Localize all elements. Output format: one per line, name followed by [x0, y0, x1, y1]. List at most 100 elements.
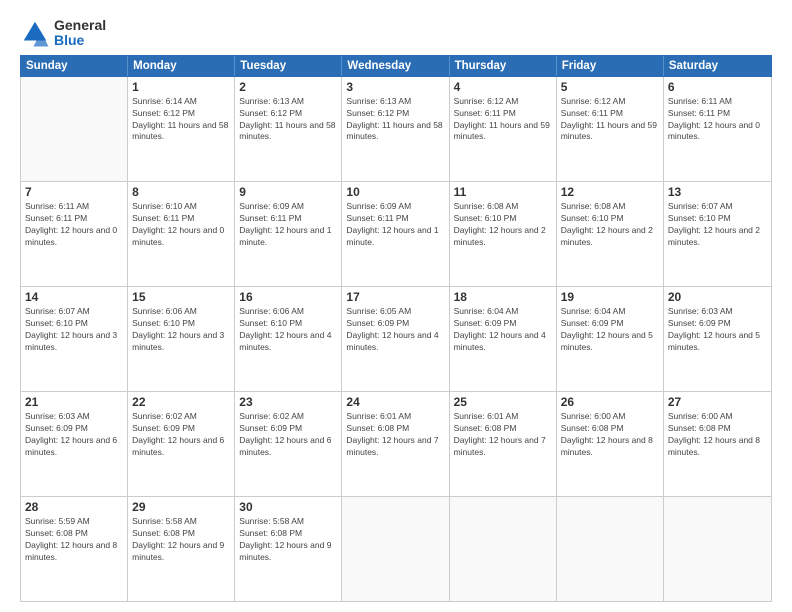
header-monday: Monday — [128, 56, 235, 76]
cell-info: Sunrise: 6:12 AM Sunset: 6:11 PM Dayligh… — [454, 96, 552, 144]
day-number: 16 — [239, 290, 337, 304]
calendar-cell: 22 Sunrise: 6:02 AM Sunset: 6:09 PM Dayl… — [128, 392, 235, 496]
calendar-row-4: 21 Sunrise: 6:03 AM Sunset: 6:09 PM Dayl… — [21, 392, 771, 497]
cell-info: Sunrise: 6:09 AM Sunset: 6:11 PM Dayligh… — [346, 201, 444, 249]
calendar-cell: 29 Sunrise: 5:58 AM Sunset: 6:08 PM Dayl… — [128, 497, 235, 601]
page: General Blue Sunday Monday Tuesday Wedne… — [0, 0, 792, 612]
cell-info: Sunrise: 6:11 AM Sunset: 6:11 PM Dayligh… — [25, 201, 123, 249]
day-number: 24 — [346, 395, 444, 409]
cell-info: Sunrise: 6:07 AM Sunset: 6:10 PM Dayligh… — [668, 201, 767, 249]
cell-info: Sunrise: 6:08 AM Sunset: 6:10 PM Dayligh… — [561, 201, 659, 249]
day-number: 30 — [239, 500, 337, 514]
cell-info: Sunrise: 6:14 AM Sunset: 6:12 PM Dayligh… — [132, 96, 230, 144]
calendar-cell: 19 Sunrise: 6:04 AM Sunset: 6:09 PM Dayl… — [557, 287, 664, 391]
cell-info: Sunrise: 6:03 AM Sunset: 6:09 PM Dayligh… — [668, 306, 767, 354]
header-thursday: Thursday — [450, 56, 557, 76]
cell-info: Sunrise: 6:13 AM Sunset: 6:12 PM Dayligh… — [346, 96, 444, 144]
day-number: 20 — [668, 290, 767, 304]
calendar-cell: 28 Sunrise: 5:59 AM Sunset: 6:08 PM Dayl… — [21, 497, 128, 601]
header-sunday: Sunday — [21, 56, 128, 76]
calendar-row-3: 14 Sunrise: 6:07 AM Sunset: 6:10 PM Dayl… — [21, 287, 771, 392]
calendar-cell: 5 Sunrise: 6:12 AM Sunset: 6:11 PM Dayli… — [557, 77, 664, 181]
cell-info: Sunrise: 6:12 AM Sunset: 6:11 PM Dayligh… — [561, 96, 659, 144]
cell-info: Sunrise: 6:08 AM Sunset: 6:10 PM Dayligh… — [454, 201, 552, 249]
day-number: 12 — [561, 185, 659, 199]
day-number: 5 — [561, 80, 659, 94]
cell-info: Sunrise: 6:10 AM Sunset: 6:11 PM Dayligh… — [132, 201, 230, 249]
cell-info: Sunrise: 6:01 AM Sunset: 6:08 PM Dayligh… — [346, 411, 444, 459]
cell-info: Sunrise: 6:11 AM Sunset: 6:11 PM Dayligh… — [668, 96, 767, 144]
calendar-row-1: 1 Sunrise: 6:14 AM Sunset: 6:12 PM Dayli… — [21, 77, 771, 182]
cell-info: Sunrise: 6:00 AM Sunset: 6:08 PM Dayligh… — [668, 411, 767, 459]
cell-info: Sunrise: 6:07 AM Sunset: 6:10 PM Dayligh… — [25, 306, 123, 354]
day-number: 21 — [25, 395, 123, 409]
header-wednesday: Wednesday — [342, 56, 449, 76]
calendar-cell: 27 Sunrise: 6:00 AM Sunset: 6:08 PM Dayl… — [664, 392, 771, 496]
cell-info: Sunrise: 6:06 AM Sunset: 6:10 PM Dayligh… — [239, 306, 337, 354]
calendar-cell: 25 Sunrise: 6:01 AM Sunset: 6:08 PM Dayl… — [450, 392, 557, 496]
calendar-cell: 15 Sunrise: 6:06 AM Sunset: 6:10 PM Dayl… — [128, 287, 235, 391]
calendar-cell — [21, 77, 128, 181]
calendar-cell — [342, 497, 449, 601]
calendar-cell: 30 Sunrise: 5:58 AM Sunset: 6:08 PM Dayl… — [235, 497, 342, 601]
calendar: Sunday Monday Tuesday Wednesday Thursday… — [20, 55, 772, 602]
cell-info: Sunrise: 6:01 AM Sunset: 6:08 PM Dayligh… — [454, 411, 552, 459]
logo-icon — [20, 18, 50, 48]
calendar-cell: 1 Sunrise: 6:14 AM Sunset: 6:12 PM Dayli… — [128, 77, 235, 181]
calendar-cell: 2 Sunrise: 6:13 AM Sunset: 6:12 PM Dayli… — [235, 77, 342, 181]
calendar-row-5: 28 Sunrise: 5:59 AM Sunset: 6:08 PM Dayl… — [21, 497, 771, 601]
cell-info: Sunrise: 6:02 AM Sunset: 6:09 PM Dayligh… — [132, 411, 230, 459]
header-tuesday: Tuesday — [235, 56, 342, 76]
day-number: 19 — [561, 290, 659, 304]
cell-info: Sunrise: 6:05 AM Sunset: 6:09 PM Dayligh… — [346, 306, 444, 354]
day-number: 23 — [239, 395, 337, 409]
calendar-cell: 17 Sunrise: 6:05 AM Sunset: 6:09 PM Dayl… — [342, 287, 449, 391]
header-saturday: Saturday — [664, 56, 771, 76]
calendar-body: 1 Sunrise: 6:14 AM Sunset: 6:12 PM Dayli… — [20, 77, 772, 602]
day-number: 9 — [239, 185, 337, 199]
cell-info: Sunrise: 5:59 AM Sunset: 6:08 PM Dayligh… — [25, 516, 123, 564]
day-number: 13 — [668, 185, 767, 199]
day-number: 3 — [346, 80, 444, 94]
cell-info: Sunrise: 6:13 AM Sunset: 6:12 PM Dayligh… — [239, 96, 337, 144]
day-number: 2 — [239, 80, 337, 94]
day-number: 22 — [132, 395, 230, 409]
calendar-row-2: 7 Sunrise: 6:11 AM Sunset: 6:11 PM Dayli… — [21, 182, 771, 287]
day-number: 14 — [25, 290, 123, 304]
cell-info: Sunrise: 6:09 AM Sunset: 6:11 PM Dayligh… — [239, 201, 337, 249]
calendar-cell: 7 Sunrise: 6:11 AM Sunset: 6:11 PM Dayli… — [21, 182, 128, 286]
cell-info: Sunrise: 6:03 AM Sunset: 6:09 PM Dayligh… — [25, 411, 123, 459]
calendar-cell: 10 Sunrise: 6:09 AM Sunset: 6:11 PM Dayl… — [342, 182, 449, 286]
calendar-cell: 6 Sunrise: 6:11 AM Sunset: 6:11 PM Dayli… — [664, 77, 771, 181]
day-number: 7 — [25, 185, 123, 199]
logo: General Blue — [20, 18, 106, 49]
day-number: 26 — [561, 395, 659, 409]
calendar-cell: 26 Sunrise: 6:00 AM Sunset: 6:08 PM Dayl… — [557, 392, 664, 496]
day-number: 4 — [454, 80, 552, 94]
calendar-header: Sunday Monday Tuesday Wednesday Thursday… — [20, 55, 772, 77]
cell-info: Sunrise: 6:04 AM Sunset: 6:09 PM Dayligh… — [561, 306, 659, 354]
day-number: 17 — [346, 290, 444, 304]
day-number: 18 — [454, 290, 552, 304]
calendar-cell: 20 Sunrise: 6:03 AM Sunset: 6:09 PM Dayl… — [664, 287, 771, 391]
calendar-cell — [557, 497, 664, 601]
day-number: 6 — [668, 80, 767, 94]
calendar-cell: 11 Sunrise: 6:08 AM Sunset: 6:10 PM Dayl… — [450, 182, 557, 286]
calendar-cell: 21 Sunrise: 6:03 AM Sunset: 6:09 PM Dayl… — [21, 392, 128, 496]
header-friday: Friday — [557, 56, 664, 76]
day-number: 25 — [454, 395, 552, 409]
logo-text: General Blue — [54, 18, 106, 49]
day-number: 1 — [132, 80, 230, 94]
calendar-cell: 23 Sunrise: 6:02 AM Sunset: 6:09 PM Dayl… — [235, 392, 342, 496]
calendar-cell: 16 Sunrise: 6:06 AM Sunset: 6:10 PM Dayl… — [235, 287, 342, 391]
day-number: 27 — [668, 395, 767, 409]
day-number: 15 — [132, 290, 230, 304]
calendar-cell: 13 Sunrise: 6:07 AM Sunset: 6:10 PM Dayl… — [664, 182, 771, 286]
cell-info: Sunrise: 6:02 AM Sunset: 6:09 PM Dayligh… — [239, 411, 337, 459]
cell-info: Sunrise: 5:58 AM Sunset: 6:08 PM Dayligh… — [132, 516, 230, 564]
calendar-cell: 18 Sunrise: 6:04 AM Sunset: 6:09 PM Dayl… — [450, 287, 557, 391]
day-number: 29 — [132, 500, 230, 514]
calendar-cell: 12 Sunrise: 6:08 AM Sunset: 6:10 PM Dayl… — [557, 182, 664, 286]
day-number: 10 — [346, 185, 444, 199]
calendar-cell: 8 Sunrise: 6:10 AM Sunset: 6:11 PM Dayli… — [128, 182, 235, 286]
